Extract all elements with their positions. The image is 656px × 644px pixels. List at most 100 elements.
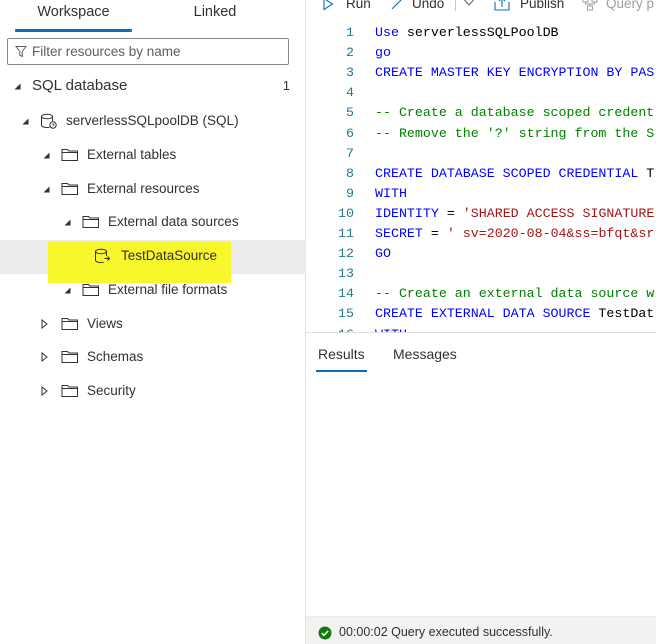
chevron-expanded-icon[interactable] [40, 149, 52, 161]
play-icon [323, 0, 334, 11]
code-line[interactable]: go [375, 45, 391, 60]
code-token: 'SHARED ACCESS SIGNATURE [462, 205, 655, 221]
undo-label: Undo [412, 0, 445, 11]
query-plan-icon [582, 0, 598, 11]
status-message: 00:00:02 Query executed successfully. [339, 625, 553, 639]
chevron-expanded-icon[interactable] [19, 115, 31, 127]
code-token: CREATE EXTERNAL DATA SOURCE [375, 306, 591, 322]
tree-item-external-tables[interactable]: External tables [0, 139, 306, 173]
toolbar-separator [455, 0, 456, 11]
tree-item-external-resources[interactable]: External resources [0, 173, 306, 207]
line-number: 1 [346, 25, 354, 40]
code-token: go [375, 45, 391, 61]
run-label: Run [346, 0, 371, 11]
line-number: 13 [338, 266, 354, 282]
section-count: 1 [282, 78, 290, 93]
tree-item-label: Views [87, 316, 123, 331]
code-token: CREATE DATABASE SCOPED CREDENTIAL [375, 165, 639, 181]
tree-item-external-data-sources[interactable]: External data sources [0, 206, 306, 240]
folder-icon [61, 351, 78, 363]
chevron-right-icon[interactable] [38, 351, 50, 363]
explorer-tabs: Workspace Linked [0, 0, 306, 33]
code-token: Use [375, 25, 399, 40]
tree-item-security[interactable]: Security [0, 375, 306, 409]
tab-linked[interactable]: Linked [170, 0, 260, 33]
success-check-icon [318, 626, 332, 640]
code-line[interactable]: Use serverlessSQLPoolDB [375, 25, 559, 40]
code-line[interactable]: IDENTITY = 'SHARED ACCESS SIGNATURE [375, 206, 654, 221]
code-token: IDENTITY [375, 205, 439, 221]
tab-results[interactable]: Results [316, 346, 367, 372]
tree-item-test-data-source-content[interactable]: TestDataSource [0, 240, 306, 274]
resource-explorer-panel: Workspace Linked SQL database 1 serverle… [0, 0, 306, 644]
tab-messages[interactable]: Messages [393, 346, 457, 362]
line-number: 15 [338, 306, 354, 322]
publish-icon [494, 0, 510, 11]
code-line[interactable]: WITH [375, 186, 407, 201]
tree-item-database[interactable]: serverlessSQLpoolDB (SQL) [0, 105, 306, 139]
filter-icon [15, 46, 27, 58]
code-token: = [422, 226, 447, 241]
chevron-expanded-icon[interactable] [61, 216, 73, 228]
database-icon [41, 113, 57, 129]
tree-item-label: serverlessSQLpoolDB (SQL) [66, 113, 239, 128]
undo-icon [391, 0, 402, 10]
line-number: 3 [346, 65, 354, 81]
line-number: 11 [338, 226, 354, 241]
section-label: SQL database [32, 77, 128, 94]
chevron-right-icon[interactable] [38, 318, 50, 330]
code-line[interactable]: -- Create a database scoped credent [375, 105, 654, 120]
tree-item-label: External resources [87, 181, 200, 196]
chevron-expanded-icon[interactable] [11, 80, 23, 92]
code-token: serverlessSQLPoolDB [398, 25, 559, 40]
chevron-expanded-icon[interactable] [40, 183, 52, 195]
folder-icon [61, 385, 78, 397]
code-token: -- Remove the '?' string from the S [375, 125, 655, 141]
filter-box[interactable] [7, 38, 289, 65]
chevron-right-icon[interactable] [38, 385, 50, 397]
code-token: SECRET [375, 226, 423, 241]
code-line[interactable]: CREATE EXTERNAL DATA SOURCE TestDat [375, 306, 654, 321]
folder-icon [82, 284, 99, 296]
code-token: ' sv=2020-08-04&ss=bfqt&sr [446, 226, 655, 241]
code-line[interactable]: GO [375, 246, 391, 261]
code-token: = [438, 205, 463, 221]
section-sql-database[interactable]: SQL database 1 [0, 70, 306, 104]
tree-item-label: TestDataSource [121, 248, 218, 263]
code-line[interactable]: -- Create an external data source w [375, 286, 654, 301]
toolbar: Run Undo Publish Query p [306, 0, 656, 14]
folder-icon [61, 318, 78, 330]
tree-item-label: External data sources [108, 214, 239, 229]
line-number: 8 [346, 165, 354, 181]
line-number: 9 [346, 185, 354, 201]
publish-label: Publish [520, 0, 565, 11]
filter-input[interactable] [32, 42, 282, 61]
code-token: -- Create a database scoped credent [375, 105, 655, 121]
code-line[interactable]: CREATE DATABASE SCOPED CREDENTIAL T [375, 166, 654, 181]
results-tabs: Results Messages [306, 332, 656, 374]
code-token: TestDat [590, 306, 655, 322]
code-line[interactable]: -- Remove the '?' string from the S [375, 126, 654, 141]
sql-code-editor[interactable]: 1 Use serverlessSQLPoolDB 2 go 3 CREATE MASTE… [306, 22, 656, 332]
line-number: 14 [338, 286, 354, 302]
code-token: T [638, 165, 655, 181]
code-token: GO [375, 246, 391, 262]
chevron-expanded-icon[interactable] [61, 284, 73, 296]
line-number: 4 [346, 85, 354, 101]
data-source-icon [95, 248, 111, 264]
tree-item-external-file-formats[interactable]: External file formats [0, 274, 306, 308]
folder-icon [82, 216, 99, 228]
tab-workspace[interactable]: Workspace [15, 0, 132, 33]
line-number: 12 [338, 246, 354, 262]
script-editor-panel: Run Undo Publish Query p 1 Use serverless… [306, 0, 656, 644]
line-number: 7 [346, 145, 354, 161]
code-line[interactable]: CREATE MASTER KEY ENCRYPTION BY PAS [375, 65, 654, 80]
line-number: 10 [338, 205, 354, 221]
tree-item-label: Schemas [87, 349, 144, 364]
status-bar: 00:00:02 Query executed successfully. [306, 616, 656, 644]
tree-item-label: External tables [87, 147, 177, 162]
tree-item-views[interactable]: Views [0, 308, 306, 342]
tree-item-label: External file formats [108, 282, 228, 297]
code-line[interactable]: SECRET = ' sv=2020-08-04&ss=bfqt&sr [375, 226, 654, 241]
tree-item-schemas[interactable]: Schemas [0, 341, 306, 375]
